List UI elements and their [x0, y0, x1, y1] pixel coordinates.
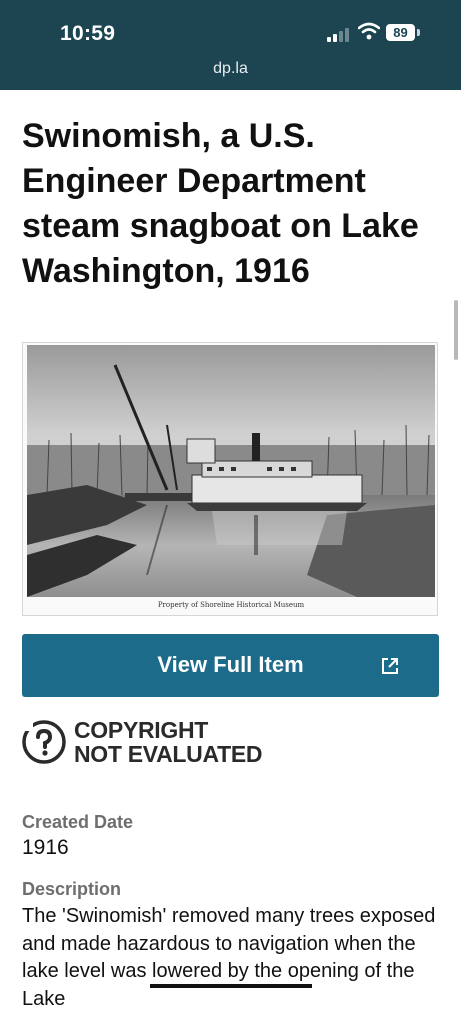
description-label: Description: [22, 879, 122, 899]
view-full-item-label: View Full Item: [157, 652, 304, 677]
created-date-value: 1916: [22, 836, 69, 859]
rights-statement[interactable]: COPYRIGHT NOT EVALUATED: [22, 718, 302, 768]
view-full-item-button[interactable]: View Full Item: [22, 634, 439, 697]
battery-icon: 89: [386, 24, 415, 41]
item-photo[interactable]: Property of Shoreline Historical Museum: [22, 342, 438, 616]
created-date-label: Created Date: [22, 812, 134, 832]
scrollbar[interactable]: [454, 300, 458, 360]
status-bar: 10:59 89 dp.la: [0, 0, 461, 90]
text-selection-handle: [150, 984, 312, 988]
description-text: The 'Swinomish' removed many trees expos…: [22, 905, 436, 1010]
snagboat-photo: [27, 345, 435, 597]
wifi-icon: [358, 22, 380, 40]
item-title: Swinomish, a U.S. Engineer Department st…: [22, 117, 419, 290]
status-time: 10:59: [60, 22, 116, 45]
signal-icon: [327, 26, 351, 42]
rights-line-2: NOT EVALUATED: [74, 741, 263, 767]
image-caption: Property of Shoreline Historical Museum: [157, 601, 305, 609]
url-bar[interactable]: dp.la: [0, 60, 461, 78]
external-link-icon: [382, 658, 398, 674]
battery-tip: [417, 29, 420, 36]
rights-line-1: COPYRIGHT: [74, 717, 209, 743]
rights-label: COPYRIGHT NOT EVALUATED: [74, 718, 262, 766]
question-mark-icon: [22, 720, 66, 764]
